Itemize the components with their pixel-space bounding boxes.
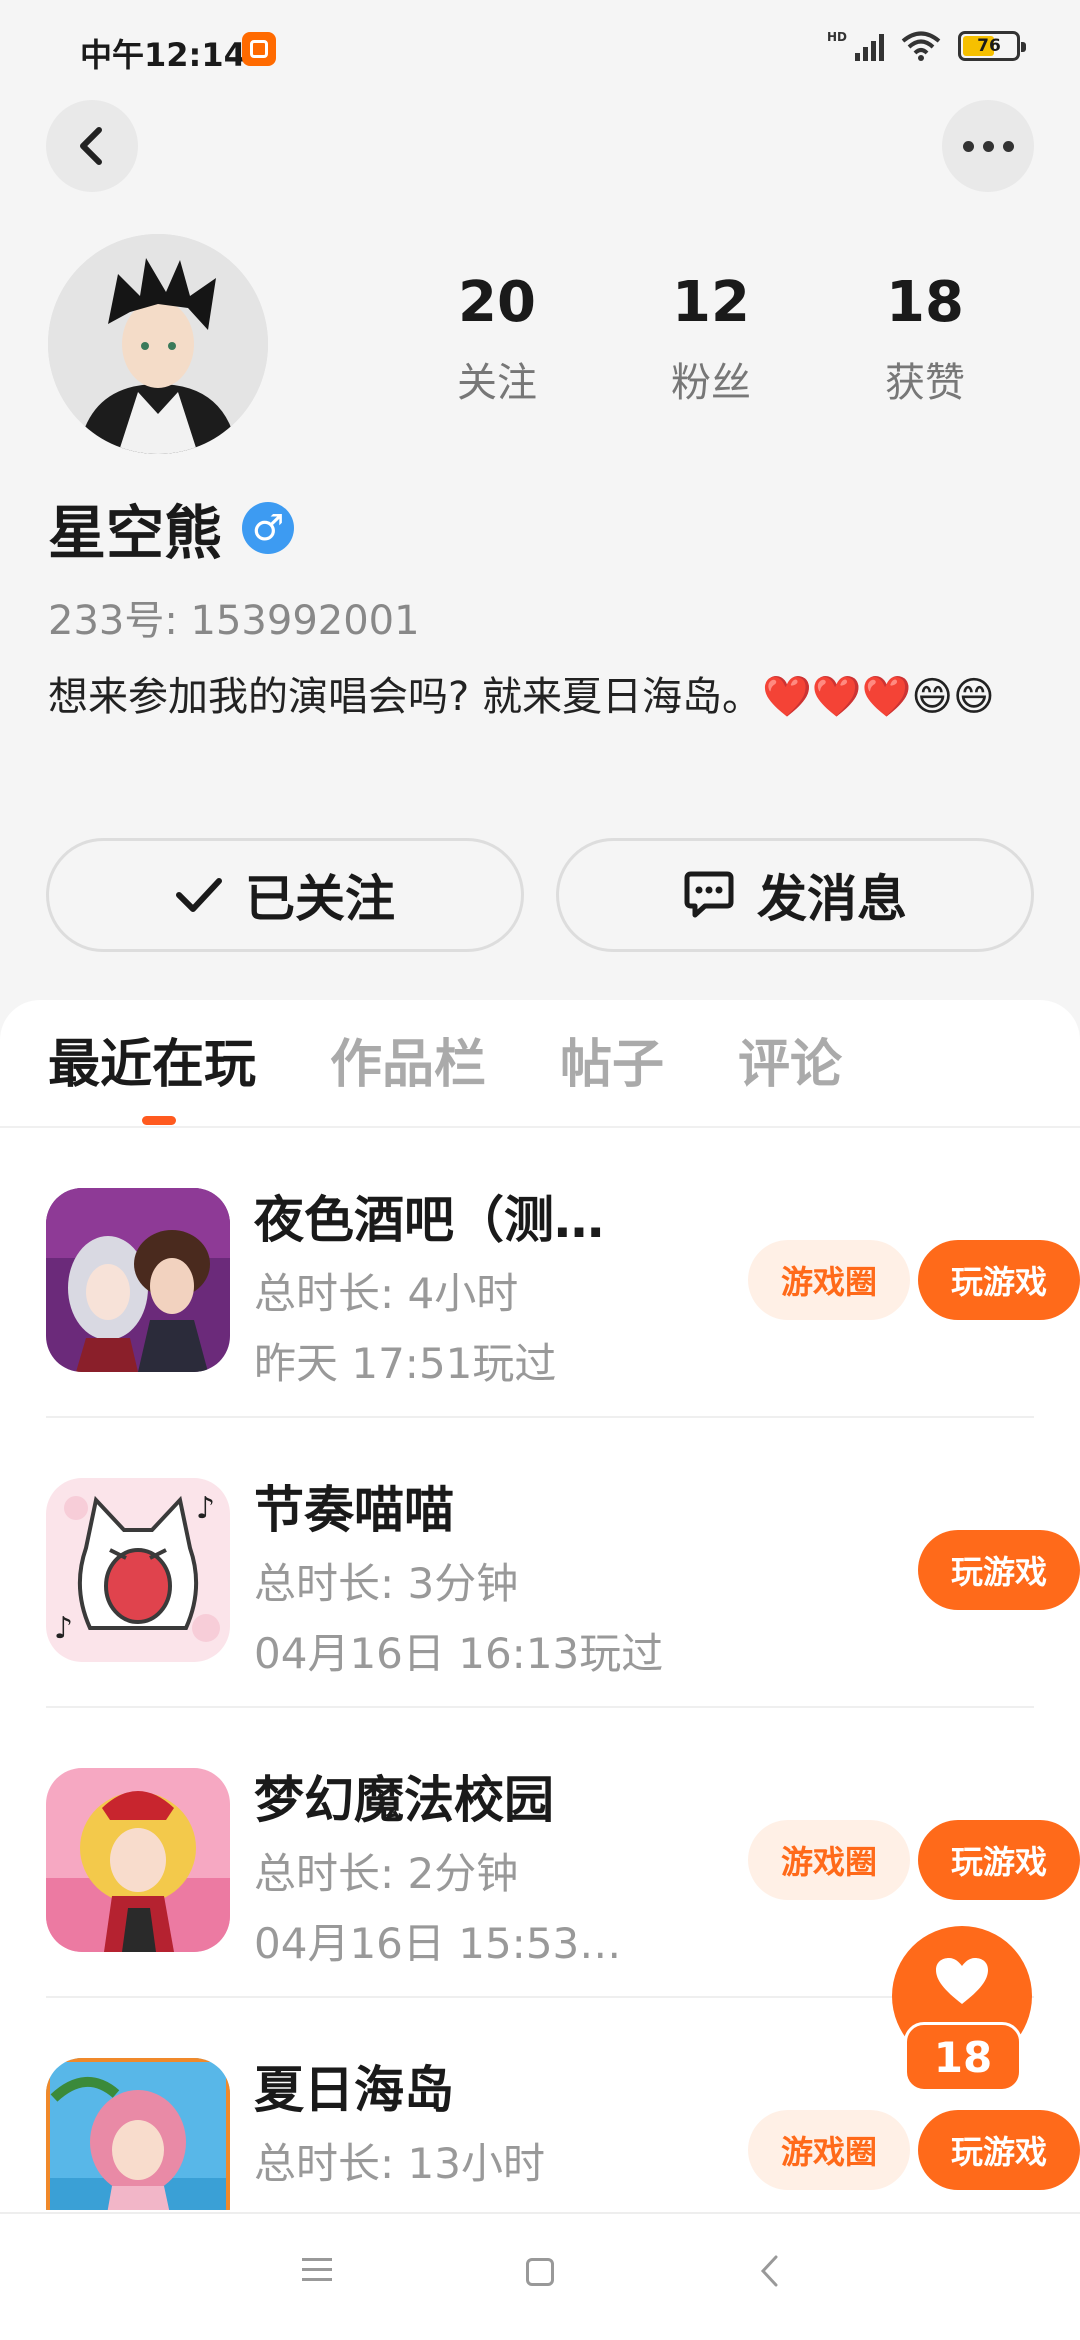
row-divider	[46, 1416, 1034, 1418]
profile-tabs: 最近在玩 作品栏 帖子 评论	[48, 1022, 842, 1097]
game-last-played: 04月16日 16:13玩过	[254, 1629, 664, 1678]
game-title: 夜色酒吧（测…	[254, 1191, 604, 1249]
avatar[interactable]	[48, 234, 268, 454]
signal-icon	[855, 31, 884, 61]
tab-comments[interactable]: 评论	[738, 1022, 842, 1097]
tabs-divider	[0, 1126, 1080, 1128]
username: 星空熊	[48, 499, 223, 567]
network-type: HD	[826, 30, 847, 44]
more-button[interactable]	[942, 100, 1034, 192]
chat-bubble-icon	[684, 871, 734, 918]
game-last-played: 04月11日 15:51…	[254, 2200, 684, 2210]
status-bar: 中午12:14 HD 76	[0, 0, 1080, 100]
tab-recently-played[interactable]: 最近在玩	[48, 1022, 256, 1097]
status-indicators: HD 76	[826, 30, 1026, 62]
back-arrow-icon	[80, 127, 102, 165]
game-last-played: 04月16日 15:53…	[254, 1919, 622, 1968]
game-circle-button[interactable]: 游戏圈	[748, 1240, 910, 1320]
tab-posts[interactable]: 帖子	[560, 1022, 664, 1097]
user-id: 233号: 153992001	[48, 598, 420, 644]
game-last-played: 昨天 17:51玩过	[254, 1339, 557, 1388]
game-icon	[46, 2058, 230, 2210]
stat-followers[interactable]: 12 粉丝	[604, 272, 818, 408]
svg-text:♪: ♪	[54, 1611, 73, 1646]
stat-value: 18	[886, 270, 964, 335]
wifi-icon	[901, 31, 941, 61]
stat-likes[interactable]: 18 获赞	[818, 272, 1032, 408]
game-icon	[46, 1188, 230, 1372]
game-title: 梦幻魔法校园	[254, 1771, 554, 1829]
followed-label: 已关注	[245, 870, 395, 928]
status-time: 中午12:14	[80, 36, 246, 74]
game-icon: ♪ ♪	[46, 1478, 230, 1662]
play-game-button[interactable]: 玩游戏	[918, 1820, 1080, 1900]
list-item[interactable]: 夜色酒吧（测… 总时长: 4小时 昨天 17:51玩过 游戏圈 玩游戏	[46, 1130, 1080, 1418]
game-duration: 总时长: 13小时	[254, 2139, 545, 2188]
check-icon	[176, 878, 222, 912]
avatar-image	[48, 234, 268, 454]
back-button[interactable]	[46, 100, 138, 192]
list-item[interactable]: ♪ ♪ 节奏喵喵 总时长: 3分钟 04月16日 16:13玩过 玩游戏	[46, 1420, 1080, 1708]
row-divider	[46, 1706, 1034, 1708]
send-message-label: 发消息	[757, 870, 907, 928]
game-duration: 总时长: 3分钟	[254, 1559, 519, 1608]
battery-icon: 76	[958, 31, 1026, 61]
username-row: 星空熊 ♂	[48, 486, 295, 570]
game-title: 夏日海岛	[254, 2061, 454, 2119]
app-notification-icon	[242, 32, 276, 66]
stat-value: 12	[672, 270, 750, 335]
game-duration: 总时长: 2分钟	[254, 1849, 519, 1898]
heart-icon	[936, 1958, 988, 2004]
svg-text:♪: ♪	[196, 1491, 215, 1526]
active-tab-indicator	[142, 1116, 176, 1125]
game-duration: 总时长: 4小时	[254, 1269, 519, 1318]
system-back-icon[interactable]	[758, 2254, 780, 2288]
tab-works[interactable]: 作品栏	[330, 1022, 486, 1097]
play-game-button[interactable]: 玩游戏	[918, 2110, 1080, 2190]
play-game-button[interactable]: 玩游戏	[918, 1530, 1080, 1610]
system-navigation-bar	[0, 2212, 1080, 2340]
stat-label: 粉丝	[671, 359, 751, 406]
more-dots-icon	[962, 140, 1014, 152]
game-icon	[46, 1768, 230, 1952]
home-icon[interactable]	[526, 2258, 554, 2286]
battery-level: 76	[977, 36, 1001, 56]
recent-apps-icon[interactable]	[302, 2258, 332, 2288]
male-gender-icon: ♂	[242, 502, 295, 554]
stat-value: 20	[458, 270, 536, 335]
like-count-badge: 18	[904, 2022, 1022, 2092]
followed-button[interactable]: 已关注	[46, 838, 524, 952]
row-divider	[46, 1996, 1034, 1998]
profile-stats: 20 关注 12 粉丝 18 获赞	[390, 272, 1032, 408]
send-message-button[interactable]: 发消息	[556, 838, 1034, 952]
play-game-button[interactable]: 玩游戏	[918, 1240, 1080, 1320]
bio: 想来参加我的演唱会吗? 就来夏日海岛。❤️❤️❤️😄😄	[48, 674, 995, 720]
stat-following[interactable]: 20 关注	[390, 272, 604, 408]
game-circle-button[interactable]: 游戏圈	[748, 2110, 910, 2190]
stat-label: 关注	[457, 359, 537, 406]
game-circle-button[interactable]: 游戏圈	[748, 1820, 910, 1900]
game-title: 节奏喵喵	[254, 1481, 454, 1539]
stat-label: 获赞	[885, 359, 965, 406]
